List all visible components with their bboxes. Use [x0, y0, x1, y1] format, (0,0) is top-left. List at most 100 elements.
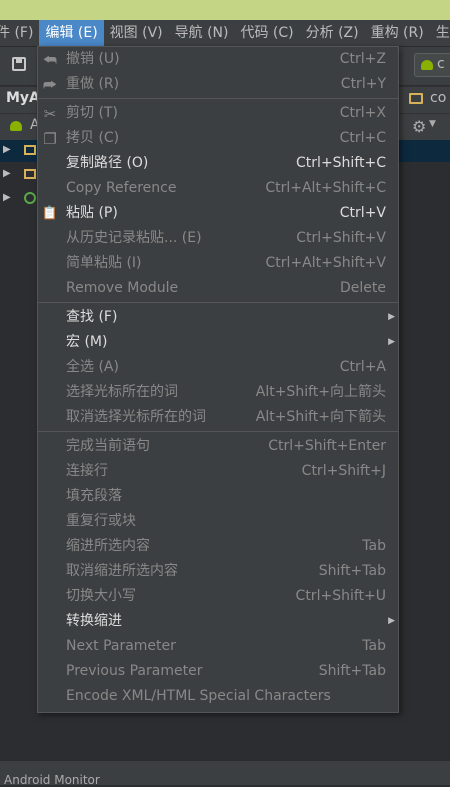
gear-icon[interactable]: ⚙: [412, 117, 426, 136]
menu-item-shortcut: Ctrl+Alt+Shift+V: [265, 255, 386, 271]
expand-arrow-icon[interactable]: ▶: [3, 144, 11, 155]
undo-icon: ⮪: [43, 51, 57, 69]
menu-item-label: 查找 (F): [66, 309, 118, 325]
menu-item-shortcut: Ctrl+Y: [340, 76, 386, 92]
menu-item-label: 撤销 (U): [66, 51, 120, 67]
folder-icon: [24, 145, 36, 155]
menu-item-shortcut: Ctrl+Shift+J: [301, 463, 386, 479]
menu-item-shortcut: Alt+Shift+向下箭头: [255, 409, 386, 425]
menu-item-label: 重复行或块: [66, 513, 136, 529]
cut-icon: ✂: [43, 105, 57, 123]
expand-arrow-icon[interactable]: ▶: [3, 192, 11, 203]
menu-item[interactable]: 查找 (F) ▶: [38, 305, 398, 330]
android-monitor-tab[interactable]: Android Monitor: [4, 773, 100, 787]
menu-item[interactable]: 填充段落: [38, 484, 398, 509]
menu-item-shortcut: Ctrl+Shift+Enter: [268, 438, 386, 454]
menu-item-label: 粘贴 (P): [66, 205, 118, 221]
menu-item[interactable]: 取消缩进所选内容 Shift+Tab: [38, 559, 398, 584]
menu-item[interactable]: Previous Parameter Shift+Tab: [38, 659, 398, 684]
menu-item-label: Encode XML/HTML Special Characters: [66, 688, 331, 704]
menu-item-label: 填充段落: [66, 488, 122, 504]
chevron-down-icon[interactable]: ▼: [429, 119, 436, 129]
menu-item-shortcut: Ctrl+A: [339, 359, 386, 375]
menu-item-shortcut: Alt+Shift+向上箭头: [255, 384, 386, 400]
menu-item[interactable]: 📋 粘贴 (P) Ctrl+V: [38, 201, 398, 226]
menu-item-shortcut: Ctrl+Shift+C: [296, 155, 386, 171]
copy-icon: ❐: [43, 130, 57, 148]
menu-file[interactable]: 件 (F): [0, 20, 39, 46]
menu-item[interactable]: ❐ 拷贝 (C) Ctrl+C: [38, 126, 398, 151]
menu-analyze[interactable]: 分析 (Z): [300, 20, 365, 46]
menu-item-shortcut: Ctrl+Shift+U: [295, 588, 386, 604]
menu-item[interactable]: 复制路径 (O) Ctrl+Shift+C: [38, 151, 398, 176]
submenu-arrow-icon: ▶: [388, 337, 395, 347]
menu-item[interactable]: Remove Module Delete: [38, 276, 398, 301]
menu-item[interactable]: 全选 (A) Ctrl+A: [38, 355, 398, 380]
folder-icon: [24, 169, 36, 179]
menu-item[interactable]: ⮫ 重做 (R) Ctrl+Y: [38, 72, 398, 97]
menu-item[interactable]: Encode XML/HTML Special Characters: [38, 684, 398, 709]
menu-navigate[interactable]: 导航 (N): [169, 20, 235, 46]
breadcrumb-item[interactable]: co: [430, 90, 446, 106]
menu-item-shortcut: Tab: [362, 638, 386, 654]
menu-item[interactable]: 切换大小写 Ctrl+Shift+U: [38, 584, 398, 609]
redo-icon: ⮫: [43, 76, 57, 94]
menu-item-shortcut: Ctrl+V: [339, 205, 386, 221]
menu-item[interactable]: 缩进所选内容 Tab: [38, 534, 398, 559]
menu-item-label: Previous Parameter: [66, 663, 203, 679]
menu-item[interactable]: 完成当前语句 Ctrl+Shift+Enter: [38, 434, 398, 459]
menu-item[interactable]: ⮪ 撤销 (U) Ctrl+Z: [38, 47, 398, 72]
menu-item-shortcut: Ctrl+X: [339, 105, 386, 121]
menu-item-label: 拷贝 (C): [66, 130, 120, 146]
menu-item-shortcut: Shift+Tab: [318, 563, 386, 579]
menu-item-label: 复制路径 (O): [66, 155, 149, 171]
window-titlebar: [0, 0, 450, 20]
menu-item-shortcut: Ctrl+C: [339, 130, 386, 146]
menu-bar: 件 (F) 编辑 (E) 视图 (V) 导航 (N) 代码 (C) 分析 (Z)…: [0, 20, 450, 47]
menu-item[interactable]: 简单粘贴 (I) Ctrl+Alt+Shift+V: [38, 251, 398, 276]
menu-item-label: 连接行: [66, 463, 108, 479]
project-crumb[interactable]: MyA: [6, 90, 40, 106]
menu-item-label: 完成当前语句: [66, 438, 150, 454]
menu-item[interactable]: 从历史记录粘贴... (E) Ctrl+Shift+V: [38, 226, 398, 251]
menu-item-label: 缩进所选内容: [66, 538, 150, 554]
folder-icon: [409, 93, 423, 104]
menu-item-label: 全选 (A): [66, 359, 119, 375]
menu-item[interactable]: 连接行 Ctrl+Shift+J: [38, 459, 398, 484]
menu-item[interactable]: 转换缩进 ▶: [38, 609, 398, 634]
gradle-icon: [24, 192, 36, 204]
expand-arrow-icon[interactable]: ▶: [3, 168, 11, 179]
menu-item-shortcut: Ctrl+Z: [339, 51, 386, 67]
menu-item-label: 取消缩进所选内容: [66, 563, 178, 579]
android-icon: [421, 60, 433, 70]
menu-item-label: 重做 (R): [66, 76, 120, 92]
menu-item-shortcut: Delete: [340, 280, 386, 296]
menu-build[interactable]: 生: [430, 20, 450, 46]
paste-icon: 📋: [41, 206, 59, 221]
menu-item-shortcut: Ctrl+Alt+Shift+C: [265, 180, 386, 196]
menu-item-shortcut: Ctrl+Shift+V: [296, 230, 386, 246]
menu-view[interactable]: 视图 (V): [104, 20, 169, 46]
submenu-arrow-icon: ▶: [388, 312, 395, 322]
menu-item-label: 取消选择光标所在的词: [66, 409, 206, 425]
edit-menu-dropdown: ⮪ 撤销 (U) Ctrl+Z ⮫ 重做 (R) Ctrl+Y ✂ 剪切 (T) Ctrl+X ❐…: [37, 46, 399, 713]
menu-edit[interactable]: 编辑 (E): [39, 20, 104, 46]
menu-item-label: Copy Reference: [66, 180, 177, 196]
menu-item[interactable]: 取消选择光标所在的词 Alt+Shift+向下箭头: [38, 405, 398, 430]
menu-item-label: 从历史记录粘贴... (E): [66, 230, 202, 246]
menu-item[interactable]: 宏 (M) ▶: [38, 330, 398, 355]
status-bar: Android Monitor: [0, 760, 450, 787]
menu-refactor[interactable]: 重构 (R): [365, 20, 430, 46]
menu-item[interactable]: 选择光标所在的词 Alt+Shift+向上箭头: [38, 380, 398, 405]
menu-item[interactable]: 重复行或块: [38, 509, 398, 534]
menu-item[interactable]: ✂ 剪切 (T) Ctrl+X: [38, 101, 398, 126]
menu-item-label: Next Parameter: [66, 638, 176, 654]
menu-item[interactable]: Copy Reference Ctrl+Alt+Shift+C: [38, 176, 398, 201]
submenu-arrow-icon: ▶: [388, 616, 395, 626]
menu-item[interactable]: Next Parameter Tab: [38, 634, 398, 659]
run-config-selector[interactable]: c: [414, 53, 450, 77]
menu-item-label: 宏 (M): [66, 334, 108, 350]
menu-item-label: Remove Module: [66, 280, 179, 296]
save-icon[interactable]: [12, 57, 26, 71]
menu-code[interactable]: 代码 (C): [234, 20, 299, 46]
